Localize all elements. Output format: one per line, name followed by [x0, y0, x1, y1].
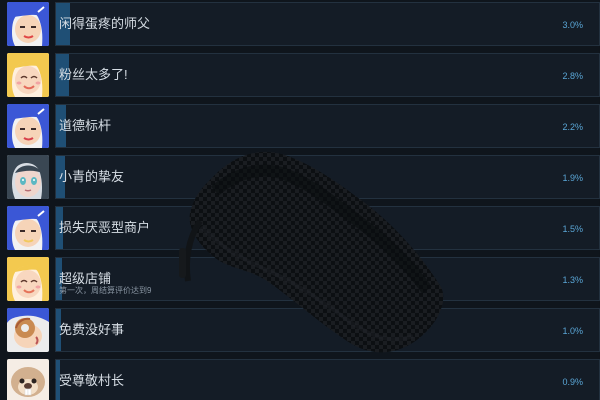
achievement-row[interactable]: 闲得蛋疼的师父 3.0% [0, 0, 600, 50]
progress-bar [55, 155, 600, 199]
blonde-girl-avatar-icon [7, 53, 49, 97]
blonde-girl-avatar-icon [7, 257, 49, 301]
achievement-title: 损失厌恶型商户 [59, 220, 151, 235]
dark-hair-girl-avatar-icon [7, 155, 49, 199]
achievement-percent: 1.3% [562, 275, 583, 285]
progress-bar [55, 104, 600, 148]
achievement-percent: 2.2% [562, 122, 583, 132]
beaver-avatar-icon [7, 359, 49, 400]
achievement-row[interactable]: 免费没好事 1.0% [0, 306, 600, 356]
achievement-title: 小青的挚友 [59, 169, 125, 184]
progress-bar [55, 53, 600, 97]
achievement-percent: 2.8% [562, 71, 583, 81]
progress-bar [55, 308, 600, 352]
achievement-percent: 1.9% [562, 173, 583, 183]
achievement-percent: 3.0% [562, 20, 583, 30]
achievement-title: 粉丝太多了! [59, 67, 128, 82]
achievement-percent: 1.0% [562, 326, 583, 336]
achievement-row[interactable]: 损失厌恶型商户 1.5% [0, 204, 600, 254]
progress-bar [55, 359, 600, 400]
donut-avatar-icon [7, 308, 49, 352]
achievement-title: 闲得蛋疼的师父 [59, 16, 151, 31]
achievement-row[interactable]: 受尊敬村长 0.9% [0, 357, 600, 400]
achievement-percent: 1.5% [562, 224, 583, 234]
achievement-title: 受尊敬村长 [59, 373, 125, 388]
achievement-percent: 0.9% [562, 377, 583, 387]
achievement-description: 第一次，周结算评价达到9 [59, 286, 152, 295]
blue-hair-girl-avatar-icon [7, 104, 49, 148]
achievement-row[interactable]: 道德标杆 2.2% [0, 102, 600, 152]
achievement-title: 道德标杆 [59, 118, 112, 133]
achievement-page: 闲得蛋疼的师父 3.0% 粉丝太多了! 2.8% 道德标杆 2.2% 小青的挚友… [0, 0, 600, 400]
achievement-row[interactable]: 超级店铺 第一次，周结算评价达到9 1.3% [0, 255, 600, 305]
achievement-title: 免费没好事 [59, 322, 125, 337]
achievement-list: 闲得蛋疼的师父 3.0% 粉丝太多了! 2.8% 道德标杆 2.2% 小青的挚友… [0, 0, 600, 400]
achievement-row[interactable]: 小青的挚友 1.9% [0, 153, 600, 203]
achievement-row[interactable]: 粉丝太多了! 2.8% [0, 51, 600, 101]
blue-hair-girl-avatar-icon [7, 2, 49, 46]
blue-hair-girl-avatar-icon [7, 206, 49, 250]
